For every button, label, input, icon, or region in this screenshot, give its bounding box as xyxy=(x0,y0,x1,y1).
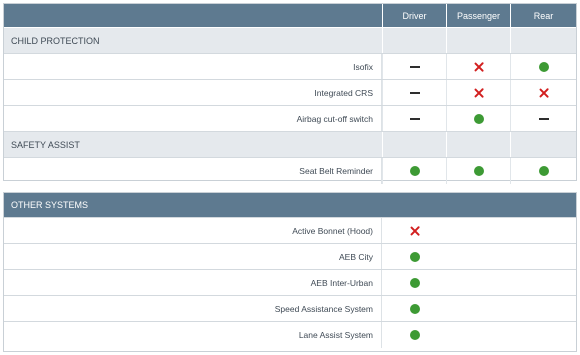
row-label: AEB City xyxy=(4,244,382,269)
status-cell-driver xyxy=(382,80,446,105)
table-row-speed-assistance: Speed Assistance System xyxy=(4,296,576,322)
status-cell-driver xyxy=(382,158,446,184)
row-label: Integrated CRS xyxy=(4,80,382,105)
dot-icon xyxy=(409,303,420,314)
status-cell xyxy=(382,296,446,321)
dot-icon xyxy=(538,61,549,72)
row-label: Seat Belt Reminder xyxy=(4,158,382,184)
row-label: Lane Assist System xyxy=(4,322,382,348)
column-header-rear: Rear xyxy=(510,4,576,27)
row-label: Airbag cut-off switch xyxy=(4,106,382,131)
section-row-child-protection: CHILD PROTECTION xyxy=(4,28,576,54)
column-header-driver: Driver xyxy=(382,4,446,27)
status-cell-rear xyxy=(510,106,576,131)
dot-icon xyxy=(409,330,420,340)
dot-icon xyxy=(409,251,420,262)
safety-equipment-table: Driver Passenger Rear CHILD PROTECTION I… xyxy=(3,3,577,184)
dot-icon xyxy=(538,166,549,176)
section-row-other-systems: OTHER SYSTEMS xyxy=(4,193,576,218)
cross-icon xyxy=(474,62,484,72)
dash-icon xyxy=(538,117,549,120)
section-blank-cell xyxy=(446,28,510,53)
dash-icon xyxy=(409,91,420,94)
table-row-aeb-inter-urban: AEB Inter-Urban xyxy=(4,270,576,296)
dot-icon xyxy=(409,166,420,176)
section-title: SAFETY ASSIST xyxy=(11,139,80,150)
dash-icon xyxy=(409,65,420,68)
table-row-airbag-cutoff: Airbag cut-off switch xyxy=(4,106,576,132)
section-blank-cell xyxy=(510,132,576,157)
status-cell-rear xyxy=(510,158,576,184)
status-cell-rear xyxy=(510,80,576,105)
status-cell-passenger xyxy=(446,54,510,79)
table-row-integrated-crs: Integrated CRS xyxy=(4,80,576,106)
status-cell xyxy=(382,244,446,269)
status-cell-passenger xyxy=(446,80,510,105)
section-blank-cell xyxy=(510,28,576,53)
section-blank-cell xyxy=(382,28,446,53)
section-title: OTHER SYSTEMS xyxy=(11,200,89,210)
row-label: Isofix xyxy=(4,54,382,79)
row-label: Active Bonnet (Hood) xyxy=(4,218,382,243)
status-cell xyxy=(382,322,446,348)
status-cell xyxy=(382,218,446,243)
table-row-isofix: Isofix xyxy=(4,54,576,80)
status-cell-passenger xyxy=(446,106,510,131)
status-cell-rear xyxy=(510,54,576,79)
row-label: Speed Assistance System xyxy=(4,296,382,321)
table-header-row: Driver Passenger Rear xyxy=(4,4,576,28)
status-cell xyxy=(382,270,446,295)
dot-icon xyxy=(409,277,420,288)
section-title: CHILD PROTECTION xyxy=(11,35,100,46)
row-label: AEB Inter-Urban xyxy=(4,270,382,295)
table-row-active-bonnet: Active Bonnet (Hood) xyxy=(4,218,576,244)
dot-icon xyxy=(473,166,484,176)
cross-icon xyxy=(539,88,549,98)
cross-icon xyxy=(474,88,484,98)
column-header-passenger: Passenger xyxy=(446,4,510,27)
dot-icon xyxy=(473,113,484,124)
status-cell-driver xyxy=(382,106,446,131)
table-row-lane-assist: Lane Assist System xyxy=(4,322,576,348)
other-systems-table: OTHER SYSTEMS Active Bonnet (Hood) AEB C… xyxy=(3,192,577,352)
section-blank-cell xyxy=(446,132,510,157)
status-cell-passenger xyxy=(446,158,510,184)
status-cell-driver xyxy=(382,54,446,79)
cross-icon xyxy=(410,226,420,236)
table-row-seat-belt-reminder: Seat Belt Reminder xyxy=(4,158,576,184)
header-blank-cell xyxy=(4,4,382,27)
section-blank-cell xyxy=(382,132,446,157)
table-row-aeb-city: AEB City xyxy=(4,244,576,270)
section-row-safety-assist: SAFETY ASSIST xyxy=(4,132,576,158)
dash-icon xyxy=(409,117,420,120)
